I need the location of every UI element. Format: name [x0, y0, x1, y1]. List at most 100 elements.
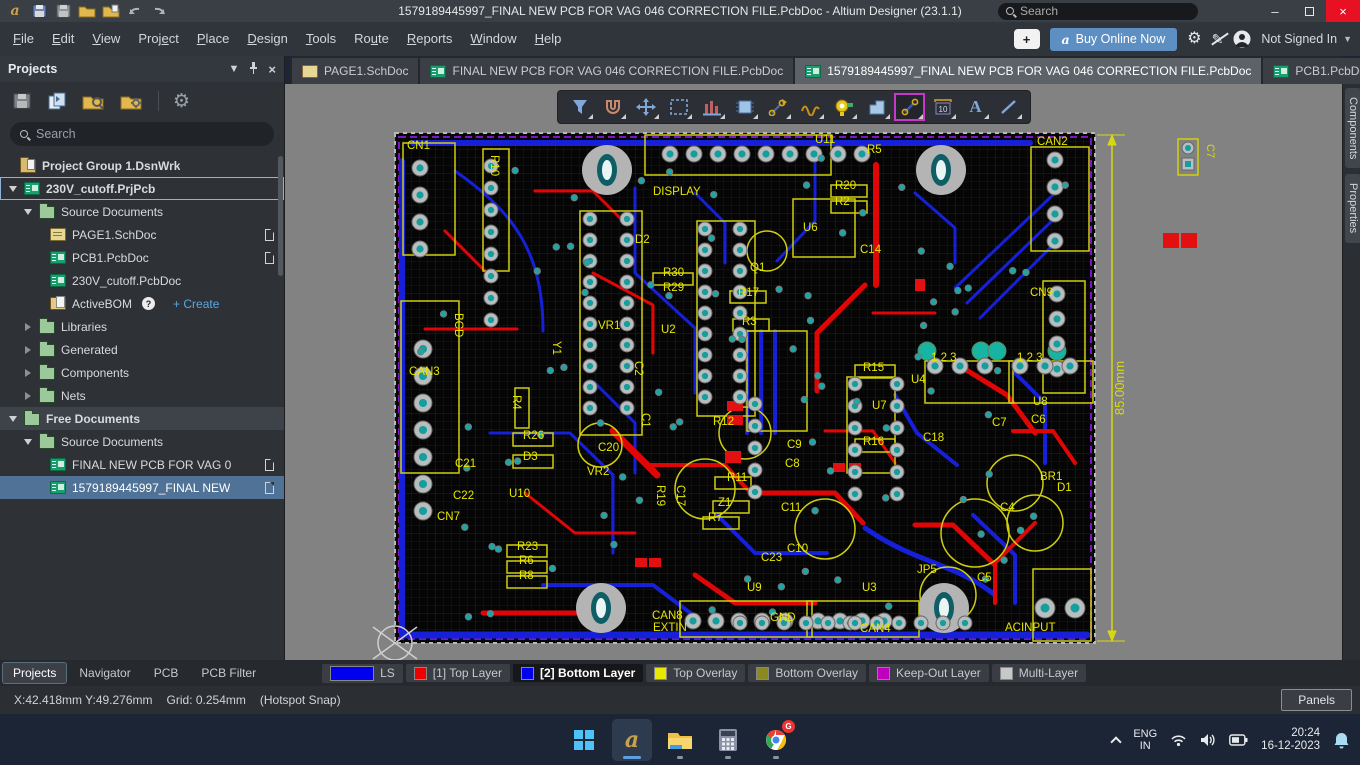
panel-pin-icon[interactable] — [249, 61, 258, 77]
menu-tools[interactable]: Tools — [297, 22, 345, 56]
tree-item-nets[interactable]: Nets — [0, 384, 284, 407]
tune-icon[interactable] — [795, 93, 826, 121]
clock[interactable]: 20:24 16-12-2023 — [1261, 727, 1320, 753]
start-button[interactable] — [564, 719, 604, 761]
tree-item-generated[interactable]: Generated — [0, 338, 284, 361]
tree-collapsed-icon[interactable] — [25, 391, 31, 400]
line-icon[interactable] — [993, 93, 1024, 121]
layer-tab-multi-layer[interactable]: Multi-Layer — [991, 664, 1087, 682]
floating-component-c7[interactable]: C7 — [1177, 138, 1216, 176]
doc-tab-final-new-pcb-for-vag-046-correction-file-pcbdoc[interactable]: FINAL NEW PCB FOR VAG 046 CORRECTION FIL… — [420, 58, 794, 84]
right-tab-components[interactable]: Components — [1345, 88, 1360, 169]
menu-project[interactable]: Project — [129, 22, 187, 56]
tree-expanded-icon[interactable] — [9, 185, 17, 192]
tray-chevron-icon[interactable] — [1110, 735, 1122, 748]
tree-item-230v-cutoff-pcbdoc[interactable]: 230V_cutoff.PcbDoc — [0, 269, 284, 292]
user-avatar-icon[interactable] — [1233, 30, 1251, 48]
tree-collapsed-icon[interactable] — [25, 345, 31, 354]
create-link[interactable]: + Create — [173, 297, 219, 311]
menu-view[interactable]: View — [83, 22, 129, 56]
no-edit-pen-icon[interactable]: ✎ — [1212, 31, 1224, 48]
floating-smd-pads[interactable] — [1163, 233, 1197, 248]
panel-compile-icon[interactable] — [46, 92, 68, 110]
restore-button[interactable] — [1292, 0, 1326, 22]
panels-button[interactable]: Panels — [1281, 689, 1352, 711]
wifi-icon[interactable] — [1170, 733, 1187, 747]
doc-tab-page1-schdoc[interactable]: PAGE1.SchDoc — [292, 58, 419, 84]
panel-tab-navigator[interactable]: Navigator — [69, 663, 140, 683]
via-icon[interactable] — [828, 93, 859, 121]
buy-online-button[interactable]: a Buy Online Now — [1049, 27, 1178, 51]
panel-tab-pcb[interactable]: PCB — [144, 663, 189, 683]
snap-magnet-icon[interactable] — [597, 93, 628, 121]
comment-icon[interactable]: + — [1013, 29, 1040, 49]
interactive-route-icon[interactable] — [762, 93, 793, 121]
tree-collapsed-icon[interactable] — [25, 322, 31, 331]
menu-edit[interactable]: Edit — [43, 22, 83, 56]
menu-place[interactable]: Place — [188, 22, 239, 56]
tree-expanded-icon[interactable] — [24, 208, 32, 215]
select-area-icon[interactable] — [663, 93, 694, 121]
volume-icon[interactable] — [1200, 733, 1216, 747]
tree-item-final-new-pcb-for-vag-0[interactable]: FINAL NEW PCB FOR VAG 0 — [0, 453, 284, 476]
close-button[interactable]: × — [1326, 0, 1360, 22]
tree-item-230v-cutoff-prjpcb[interactable]: 230V_cutoff.PrjPcb — [0, 177, 284, 200]
menu-window[interactable]: Window — [461, 22, 525, 56]
layer-tab-keep-out-layer[interactable]: Keep-Out Layer — [869, 664, 989, 682]
tree-item-source-documents[interactable]: Source Documents — [0, 430, 284, 453]
tree-item-activebom[interactable]: ActiveBOM? + Create — [0, 292, 284, 315]
altium-taskbar-icon[interactable]: a — [612, 718, 652, 761]
projects-search-input[interactable]: Search — [10, 122, 274, 146]
align-icon[interactable] — [696, 93, 727, 121]
doc-tab-1579189445997-final-new-pcb-for-vag-046-correction-file-pcbdoc[interactable]: 1579189445997_FINAL NEW PCB FOR VAG 046 … — [795, 58, 1262, 84]
dimension-icon[interactable]: 10 — [927, 93, 958, 121]
help-icon[interactable]: ? — [142, 297, 156, 310]
filter-icon[interactable] — [564, 93, 595, 121]
panel-dropdown-icon[interactable]: ▼ — [229, 63, 240, 75]
panel-tab-pcb-filter[interactable]: PCB Filter — [191, 663, 266, 683]
layer-tab-top-overlay[interactable]: Top Overlay — [646, 664, 746, 682]
calculator-icon[interactable] — [708, 719, 748, 761]
tree-expanded-icon[interactable] — [24, 438, 32, 445]
layer-tab-bottom-overlay[interactable]: Bottom Overlay — [748, 664, 867, 682]
layer-tab-ls[interactable]: LS — [322, 663, 403, 683]
global-search-input[interactable]: Search — [998, 2, 1198, 20]
menu-help[interactable]: Help — [526, 22, 571, 56]
track-icon[interactable] — [894, 93, 925, 121]
open-icon[interactable] — [78, 3, 96, 19]
tree-item-1579189445997-final-new[interactable]: 1579189445997_FINAL NEW — [0, 476, 284, 499]
notification-bell-icon[interactable] — [1333, 731, 1350, 749]
tree-item-free-documents[interactable]: Free Documents — [0, 407, 284, 430]
tree-item-page1-schdoc[interactable]: PAGE1.SchDoc — [0, 223, 284, 246]
minimize-button[interactable]: – — [1258, 0, 1292, 22]
pcb-editor-canvas[interactable]: CN1 R10 U11 R5 CAN2 DISPLAY R20 R2 U6 D2 C14 CN9 Q1 B… — [285, 84, 1342, 660]
polygon-pour-icon[interactable] — [861, 93, 892, 121]
undo-icon[interactable] — [126, 3, 144, 19]
tree-expanded-icon[interactable] — [9, 415, 17, 422]
menu-design[interactable]: Design — [238, 22, 296, 56]
tree-item-source-documents[interactable]: Source Documents — [0, 200, 284, 223]
doc-tab-pcb1-pcbdoc[interactable]: PCB1.PcbDoc — [1263, 58, 1360, 84]
layer-tab-2-bottom-layer[interactable]: [2] Bottom Layer — [512, 664, 644, 682]
move-icon[interactable] — [630, 93, 661, 121]
battery-icon[interactable] — [1229, 733, 1248, 746]
tree-collapsed-icon[interactable] — [25, 368, 31, 377]
panel-settings-icon[interactable]: ⚙ — [173, 92, 190, 111]
file-explorer-icon[interactable] — [660, 719, 700, 761]
panel-scrollbar[interactable] — [278, 156, 283, 276]
save-all-icon[interactable] — [54, 3, 72, 19]
panel-explore-icon[interactable] — [82, 92, 106, 110]
redo-icon[interactable] — [150, 3, 168, 19]
text-icon[interactable]: A — [960, 93, 991, 121]
menu-file[interactable]: File — [4, 22, 43, 56]
settings-gear-icon[interactable]: ⚙ — [1187, 31, 1201, 47]
language-indicator[interactable]: ENG IN — [1133, 728, 1157, 752]
tree-item-project-group-1-dsnwrk[interactable]: Project Group 1.DsnWrk — [0, 154, 284, 177]
tree-item-components[interactable]: Components — [0, 361, 284, 384]
menu-route[interactable]: Route — [345, 22, 398, 56]
layer-tab-1-top-layer[interactable]: [1] Top Layer — [405, 664, 510, 682]
menu-reports[interactable]: Reports — [398, 22, 462, 56]
chrome-icon[interactable]: G — [756, 719, 796, 761]
save-icon[interactable] — [30, 3, 48, 19]
panel-tab-projects[interactable]: Projects — [1, 662, 68, 684]
